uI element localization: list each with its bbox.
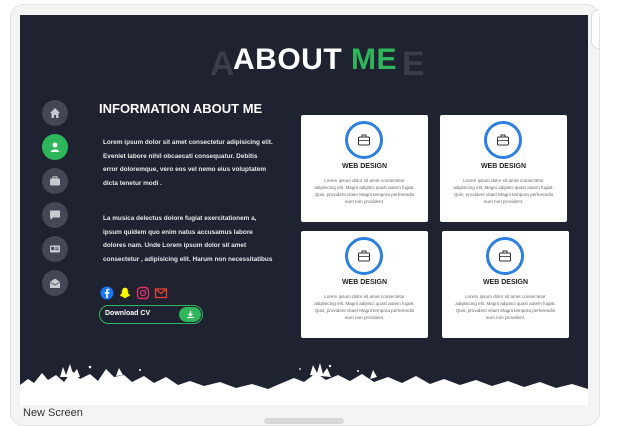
service-card-1[interactable]: WEB DESIGN Lorem ipsum dolor sit amet co…	[301, 115, 428, 222]
preview-screen: A E ABOUT ME INFORMATION ABOUT ME Lorem …	[20, 15, 588, 405]
social-links	[100, 286, 168, 300]
card-title: WEB DESIGN	[480, 163, 527, 170]
mail-icon	[50, 278, 60, 288]
nav-about-button[interactable]	[42, 134, 68, 160]
card-title: WEB DESIGN	[341, 279, 388, 286]
card-icon-ring	[345, 121, 383, 159]
id-card-icon	[50, 245, 60, 253]
title-main: ABOUT	[233, 43, 343, 76]
card-text: Lorem ipsum dolor sit amet consectetur a…	[455, 294, 556, 320]
briefcase-icon	[497, 134, 509, 146]
info-paragraph-2: La musica delectus dolore fugiat exercit…	[103, 215, 273, 263]
instagram-icon[interactable]	[136, 286, 150, 300]
chat-icon	[50, 210, 60, 220]
title-accent: ME	[351, 43, 397, 76]
new-screen-label: New Screen	[23, 407, 83, 419]
download-cv-button[interactable]: Download CV	[99, 305, 203, 324]
snapchat-icon[interactable]	[118, 286, 132, 300]
card-icon-ring	[484, 121, 522, 159]
card-text: Lorem ipsum dolor sit amet consectetur a…	[314, 294, 415, 320]
download-icon	[179, 307, 201, 322]
brush-splash-divider	[20, 363, 588, 405]
card-title: WEB DESIGN	[482, 279, 529, 286]
home-icon	[50, 108, 60, 118]
horizontal-scrollbar[interactable]	[264, 418, 344, 424]
title-shadow-left: A	[210, 45, 236, 83]
service-card-4[interactable]: WEB DESIGN Lorem ipsum dolor sit amet co…	[442, 231, 569, 338]
device-side-tab	[591, 9, 599, 49]
nav-contact-button[interactable]	[42, 270, 68, 296]
briefcase-icon	[499, 250, 511, 262]
service-card-3[interactable]: WEB DESIGN Lorem ipsum dolor sit amet co…	[301, 231, 428, 338]
nav-home-button[interactable]	[42, 100, 68, 126]
side-nav	[42, 100, 68, 304]
nav-portfolio-button[interactable]	[42, 168, 68, 194]
card-icon-ring	[345, 237, 383, 275]
user-icon	[50, 142, 60, 152]
download-cv-label: Download CV	[105, 310, 151, 317]
briefcase-icon	[358, 134, 370, 146]
page-title: A E ABOUT ME	[20, 41, 588, 91]
info-heading: INFORMATION ABOUT ME	[99, 101, 263, 116]
title-shadow-right: E	[402, 45, 425, 83]
nav-blog-button[interactable]	[42, 202, 68, 228]
card-text: Lorem ipsum dolor sit amet consectetur a…	[314, 178, 415, 204]
info-paragraph-1: Lorem ipsum dolor sit amet consectetur a…	[103, 139, 273, 187]
nav-resume-button[interactable]	[42, 236, 68, 262]
card-title: WEB DESIGN	[341, 163, 388, 170]
title-text: ABOUT ME	[233, 43, 397, 77]
briefcase-icon	[50, 176, 60, 186]
facebook-icon[interactable]	[100, 286, 114, 300]
gmail-icon[interactable]	[154, 286, 168, 300]
card-text: Lorem ipsum dolor sit amet consectetur a…	[453, 178, 554, 204]
briefcase-icon	[358, 250, 370, 262]
service-card-2[interactable]: WEB DESIGN Lorem ipsum dolor sit amet co…	[440, 115, 567, 222]
card-icon-ring	[486, 237, 524, 275]
